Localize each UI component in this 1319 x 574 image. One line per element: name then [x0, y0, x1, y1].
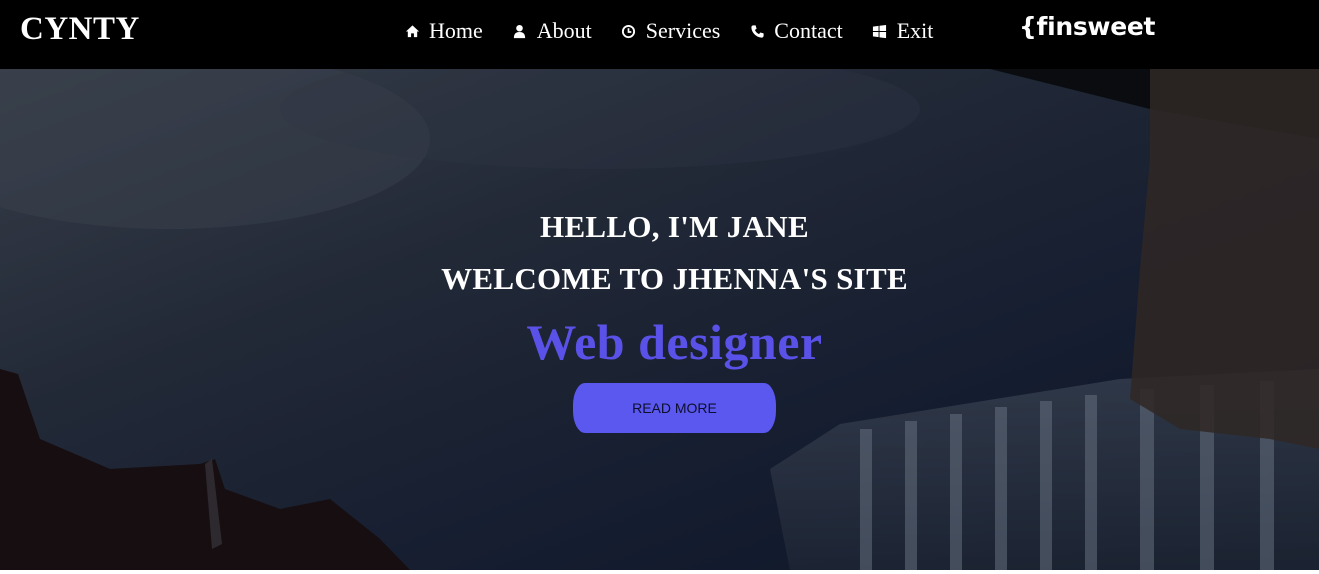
user-icon [512, 23, 528, 39]
nav-item-contact[interactable]: Contact [749, 18, 843, 44]
navbar: CYNTY Home About Services Contact Exit {… [0, 0, 1319, 69]
clock-icon [621, 23, 637, 39]
page-bottom-edge [0, 570, 1319, 574]
brand-logo[interactable]: CYNTY [20, 11, 140, 48]
main-nav: Home About Services Contact Exit [404, 16, 933, 46]
nav-item-label: Contact [774, 18, 843, 43]
windows-icon [872, 23, 888, 39]
hero-greeting: HELLO, I'M JANE [540, 209, 809, 244]
nav-item-label: Home [429, 18, 483, 43]
home-icon [404, 23, 420, 39]
hero-welcome: WELCOME TO JHENNA'S SITE [441, 261, 908, 296]
nav-item-label: About [536, 18, 592, 43]
read-more-button[interactable]: READ MORE [573, 383, 776, 433]
nav-item-exit[interactable]: Exit [872, 18, 934, 44]
nav-item-services[interactable]: Services [621, 18, 721, 44]
nav-item-label: Services [645, 18, 721, 43]
hero-role: Web designer [526, 314, 823, 370]
nav-item-label: Exit [896, 18, 934, 43]
finsweet-logo[interactable]: {finsweet [1019, 12, 1155, 41]
hero-section: HELLO, I'M JANE WELCOME TO JHENNA'S SITE… [0, 69, 1319, 570]
hero-content: HELLO, I'M JANE WELCOME TO JHENNA'S SITE… [0, 69, 1319, 570]
nav-item-home[interactable]: Home [404, 18, 483, 44]
nav-item-about[interactable]: About [512, 18, 592, 44]
phone-icon [749, 23, 765, 39]
